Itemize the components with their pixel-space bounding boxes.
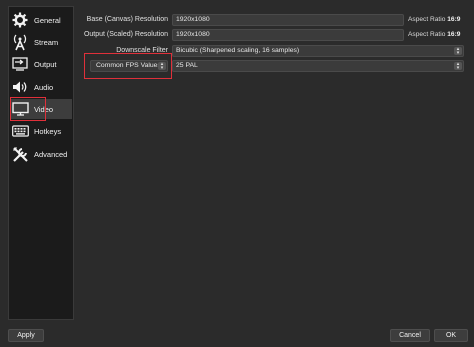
output-resolution-value: 1920x1080	[176, 31, 210, 38]
downscale-filter-label: Downscale Filter	[116, 47, 168, 54]
sidebar-item-hotkeys[interactable]: Hotkeys	[10, 121, 72, 141]
sidebar-item-output[interactable]: Output	[10, 54, 72, 74]
ok-button[interactable]: OK	[434, 329, 468, 342]
sidebar-item-label: Stream	[34, 37, 59, 47]
base-resolution-combo[interactable]: 1920x1080	[172, 14, 404, 26]
output-aspect-ratio: Aspect Ratio 16:9	[408, 31, 461, 38]
select-arrows-icon: ▴ ▾	[454, 62, 462, 71]
sidebar-item-label: Hotkeys	[34, 126, 62, 136]
sidebar-item-label: Audio	[34, 82, 54, 92]
cancel-button[interactable]: Cancel	[390, 329, 430, 342]
sidebar-item-label: Video	[34, 104, 54, 114]
fps-value: 25 PAL	[176, 62, 198, 69]
monitor-icon	[11, 100, 29, 118]
sidebar-item-advanced[interactable]: Advanced	[10, 144, 72, 164]
output-resolution-combo[interactable]: 1920x1080	[172, 29, 404, 41]
sidebar-item-stream[interactable]: Stream	[10, 32, 72, 52]
sidebar-item-label: General	[34, 15, 61, 25]
downscale-filter-select[interactable]: Bicubic (Sharpened scaling, 16 samples) …	[172, 45, 464, 57]
base-resolution-label: Base (Canvas) Resolution	[86, 16, 168, 23]
output-resolution-row: Output (Scaled) Resolution 1920x1080 Asp…	[74, 29, 468, 41]
sidebar-item-audio[interactable]: Audio	[10, 77, 72, 97]
select-arrows-icon: ▴ ▾	[454, 47, 462, 56]
downscale-filter-value: Bicubic (Sharpened scaling, 16 samples)	[176, 47, 300, 54]
sidebar-item-label: Advanced	[34, 149, 68, 159]
output-resolution-label: Output (Scaled) Resolution	[83, 31, 168, 38]
base-resolution-row: Base (Canvas) Resolution 1920x1080 Aspec…	[74, 14, 468, 26]
keyboard-icon	[11, 122, 29, 140]
apply-button[interactable]: Apply	[8, 329, 44, 342]
sidebar-item-general[interactable]: General	[10, 10, 72, 30]
sidebar-item-video[interactable]: Video	[10, 99, 72, 119]
sidebar-item-label: Output	[34, 59, 57, 69]
tools-icon	[11, 145, 29, 163]
fps-value-row: 25 PAL ▴ ▾	[74, 60, 468, 72]
gear-icon	[11, 11, 29, 29]
antenna-icon	[11, 33, 29, 51]
base-resolution-value: 1920x1080	[176, 16, 210, 23]
downscale-filter-row: Downscale Filter Bicubic (Sharpened scal…	[74, 45, 468, 57]
base-aspect-ratio: Aspect Ratio 16:9	[408, 16, 461, 23]
output-icon	[11, 55, 29, 73]
fps-value-select[interactable]: 25 PAL ▴ ▾	[172, 60, 464, 72]
speaker-icon	[11, 78, 29, 96]
